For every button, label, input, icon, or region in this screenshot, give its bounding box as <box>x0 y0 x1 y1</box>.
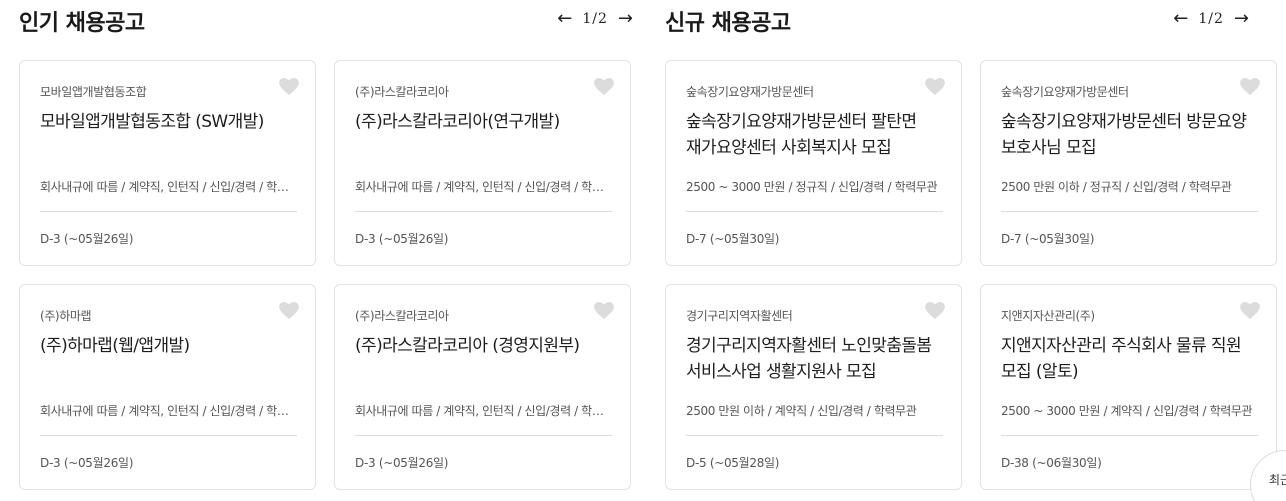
job-conditions: 회사내규에 따름 / 계약직, 인턴직 / 신입/경력 / 학력무관 <box>40 404 298 418</box>
job-title[interactable]: 숲속장기요양재가방문센터 팔탄면 재가요양센터 사회복지사 모집 <box>686 109 948 161</box>
job-title[interactable]: 모바일앱개발협동조합 (SW개발) <box>40 109 302 135</box>
deadline: D-3 (~05월26일) <box>40 456 134 470</box>
arrow-left-icon[interactable]: ← <box>1173 10 1188 28</box>
job-title[interactable]: (주)라스칼라코리아 (경영지원부) <box>355 333 617 359</box>
job-title[interactable]: 지앤지자산관리 주식회사 물류 직원 모집 (알토) <box>1001 333 1263 385</box>
company-name: 숲속장기요양재가방문센터 <box>1001 85 1129 99</box>
job-card[interactable]: 숲속장기요양재가방문센터 숲속장기요양재가방문센터 방문요양 보호사님 모집 2… <box>980 60 1277 266</box>
heart-icon[interactable] <box>1240 302 1260 320</box>
divider <box>355 211 612 212</box>
divider <box>355 435 612 436</box>
job-card[interactable]: (주)라스칼라코리아 (주)라스칼라코리아(연구개발) 회사내규에 따름 / 계… <box>334 60 631 266</box>
section-header: 신규 채용공고 ← 1/2 → <box>665 0 1286 40</box>
job-conditions: 2500 만원 이하 / 정규직 / 신입/경력 / 학력무관 <box>1001 180 1232 194</box>
section-title: 신규 채용공고 <box>665 11 791 36</box>
heart-icon[interactable] <box>925 78 945 96</box>
heart-icon[interactable] <box>279 302 299 320</box>
heart-icon[interactable] <box>594 302 614 320</box>
job-card[interactable]: 모바일앱개발협동조합 모바일앱개발협동조합 (SW개발) 회사내규에 따름 / … <box>19 60 316 266</box>
divider <box>40 435 297 436</box>
deadline: D-3 (~05월26일) <box>40 232 134 246</box>
company-name: (주)라스칼라코리아 <box>355 85 449 99</box>
arrow-right-icon[interactable]: → <box>1234 10 1249 28</box>
deadline: D-3 (~05월26일) <box>355 232 449 246</box>
deadline: D-7 (~05월30일) <box>686 232 780 246</box>
deadline: D-5 (~05월28일) <box>686 456 780 470</box>
arrow-right-icon[interactable]: → <box>618 10 633 28</box>
pager: ← 1/2 → <box>557 10 633 28</box>
new-jobs-section: 신규 채용공고 ← 1/2 → 숲속장기요양재가방문센터 숲속장기요양재가방문센… <box>665 0 1286 490</box>
divider <box>686 211 943 212</box>
divider <box>686 435 943 436</box>
popular-jobs-section: 인기 채용공고 ← 1/2 → 모바일앱개발협동조합 모바일앱개발협동조합 (S… <box>19 0 633 490</box>
job-card[interactable]: (주)라스칼라코리아 (주)라스칼라코리아 (경영지원부) 회사내규에 따름 /… <box>334 284 631 490</box>
deadline: D-7 (~05월30일) <box>1001 232 1095 246</box>
divider <box>40 211 297 212</box>
company-name: 숲속장기요양재가방문센터 <box>686 85 814 99</box>
job-card[interactable]: 숲속장기요양재가방문센터 숲속장기요양재가방문센터 팔탄면 재가요양센터 사회복… <box>665 60 962 266</box>
company-name: 경기구리지역자활센터 <box>686 309 793 323</box>
section-header: 인기 채용공고 ← 1/2 → <box>19 0 633 40</box>
job-title[interactable]: 경기구리지역자활센터 노인맞춤돌봄 서비스사업 생활지원사 모집 <box>686 333 948 385</box>
heart-icon[interactable] <box>1240 78 1260 96</box>
divider <box>1001 211 1258 212</box>
company-name: (주)라스칼라코리아 <box>355 309 449 323</box>
job-title[interactable]: 숲속장기요양재가방문센터 방문요양 보호사님 모집 <box>1001 109 1263 161</box>
company-name: (주)하마랩 <box>40 309 92 323</box>
job-conditions: 2500 만원 이하 / 계약직 / 신입/경력 / 학력무관 <box>686 404 917 418</box>
job-conditions: 2500 ~ 3000 만원 / 계약직 / 신입/경력 / 학력무관 <box>1001 404 1253 418</box>
company-name: 지앤지자산관리(주) <box>1001 309 1095 323</box>
heart-icon[interactable] <box>594 78 614 96</box>
page-count: 1/2 <box>582 11 608 27</box>
job-conditions: 회사내규에 따름 / 계약직, 인턴직 / 신입/경력 / 학력무관 <box>40 180 298 194</box>
job-title[interactable]: (주)하마랩(웹/앱개발) <box>40 333 302 359</box>
job-card[interactable]: 지앤지자산관리(주) 지앤지자산관리 주식회사 물류 직원 모집 (알토) 25… <box>980 284 1277 490</box>
job-title[interactable]: (주)라스칼라코리아(연구개발) <box>355 109 617 135</box>
job-conditions: 2500 ~ 3000 만원 / 정규직 / 신입/경력 / 학력무관 <box>686 180 938 194</box>
job-card[interactable]: 경기구리지역자활센터 경기구리지역자활센터 노인맞춤돌봄 서비스사업 생활지원사… <box>665 284 962 490</box>
job-conditions: 회사내규에 따름 / 계약직, 인턴직 / 신입/경력 / 학력무관 <box>355 180 613 194</box>
pager: ← 1/2 → <box>1173 10 1249 28</box>
page-count: 1/2 <box>1198 11 1224 27</box>
deadline: D-3 (~05월26일) <box>355 456 449 470</box>
heart-icon[interactable] <box>925 302 945 320</box>
job-conditions: 회사내규에 따름 / 계약직, 인턴직 / 신입/경력 / 학력무관 <box>355 404 613 418</box>
company-name: 모바일앱개발협동조합 <box>40 85 147 99</box>
job-card[interactable]: (주)하마랩 (주)하마랩(웹/앱개발) 회사내규에 따름 / 계약직, 인턴직… <box>19 284 316 490</box>
heart-icon[interactable] <box>279 78 299 96</box>
deadline: D-38 (~06월30일) <box>1001 456 1102 470</box>
section-title: 인기 채용공고 <box>19 11 145 36</box>
job-listings-page: 인기 채용공고 ← 1/2 → 모바일앱개발협동조합 모바일앱개발협동조합 (S… <box>0 0 1286 501</box>
arrow-left-icon[interactable]: ← <box>557 10 572 28</box>
divider <box>1001 435 1258 436</box>
